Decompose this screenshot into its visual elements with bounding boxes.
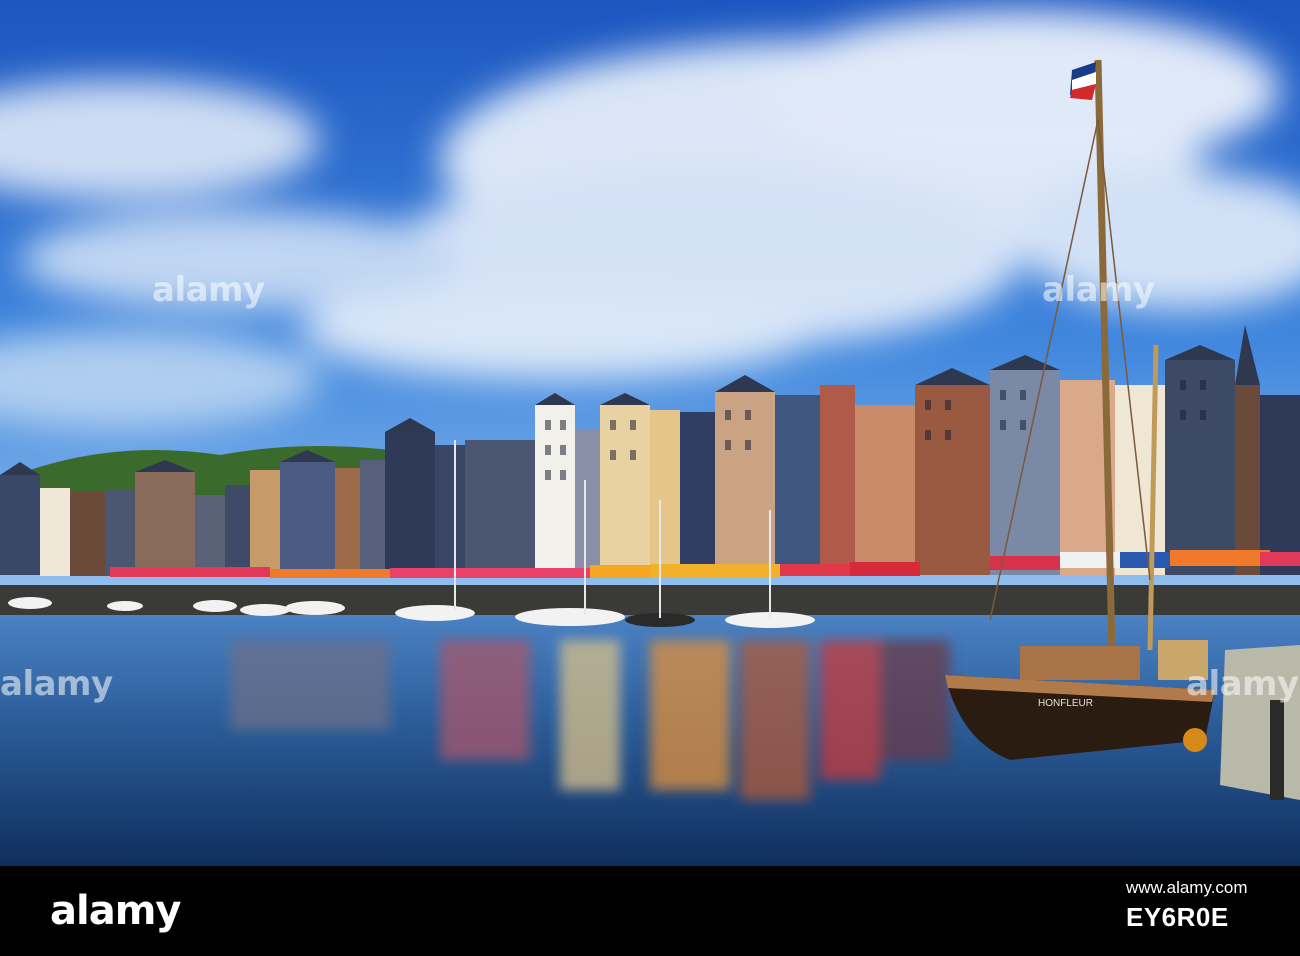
harbour-scene: HONFLEUR (0, 0, 1300, 866)
alamy-logo: alamy (50, 888, 181, 934)
watermark-top-left: alamy (152, 270, 265, 310)
website-link[interactable]: www.alamy.com (1126, 878, 1248, 898)
footer-strip: alamy www.alamy.com EY6R0E (0, 866, 1300, 956)
boat-name: HONFLEUR (1038, 698, 1093, 709)
harbour-photo: HONFLEUR alamy alamy alamy alamy (0, 0, 1300, 866)
watermark-mid-right: alamy (1186, 664, 1299, 704)
image-id: EY6R0E (1126, 902, 1229, 932)
watermark-mid-left: alamy (0, 664, 113, 704)
watermark-top-right: alamy (1042, 270, 1155, 310)
